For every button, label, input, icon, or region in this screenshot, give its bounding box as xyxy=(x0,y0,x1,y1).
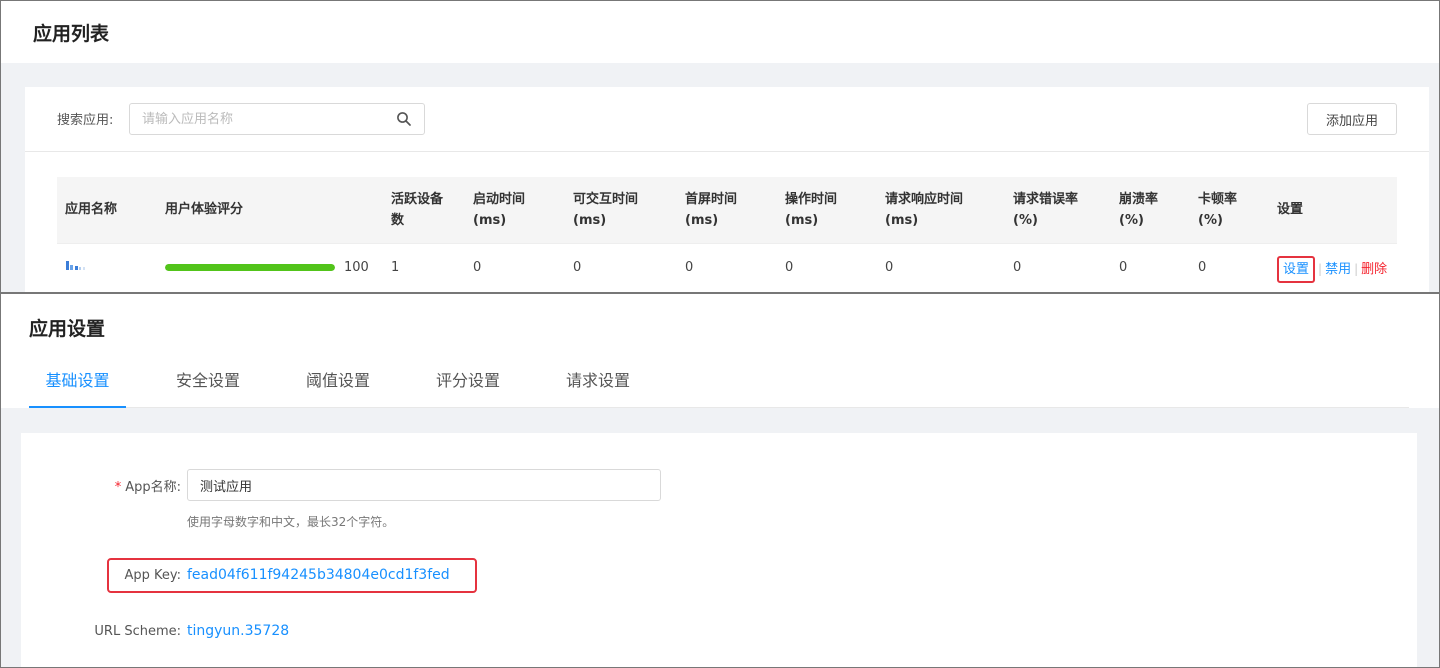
app-key-label: App Key: xyxy=(124,568,181,583)
col-interactive-time[interactable]: 可交互时间 (ms) xyxy=(565,177,677,243)
settings-title: 应用设置 xyxy=(29,318,106,340)
action-separator: | xyxy=(1354,261,1359,276)
col-error-rate[interactable]: 请求错误率 (%) xyxy=(1005,177,1111,243)
col-crash-rate[interactable]: 崩溃率 (%) xyxy=(1111,177,1190,243)
page-title: 应用列表 xyxy=(33,22,110,45)
col-startup-time[interactable]: 启动时间 (ms) xyxy=(465,177,565,243)
col-ux-score[interactable]: 用户体验评分 xyxy=(157,177,383,243)
search-label: 搜索应用: xyxy=(57,113,114,128)
first-screen-time-value: 0 xyxy=(685,259,694,275)
interactive-time-value: 0 xyxy=(573,259,582,275)
app-name-cell[interactable] xyxy=(57,243,157,291)
col-lag-rate[interactable]: 卡顿率 (%) xyxy=(1190,177,1269,243)
search-row: 搜索应用: 添加应用 xyxy=(25,87,1429,152)
response-time-value: 0 xyxy=(885,259,894,275)
settings-link[interactable]: 设置 xyxy=(1277,255,1316,283)
required-mark: * xyxy=(114,480,122,495)
table-row: 100 1 0 0 0 0 0 0 0 0 设置 | 禁用 | 删除 xyxy=(57,243,1397,291)
col-settings: 设置 xyxy=(1277,202,1304,218)
app-settings-header: 应用设置 基础设置 安全设置 阈值设置 评分设置 请求设置 xyxy=(1,294,1439,408)
app-name-field[interactable] xyxy=(187,469,661,501)
ux-score-value: 100 xyxy=(344,259,369,275)
col-operation-time[interactable]: 操作时间 (ms) xyxy=(777,177,877,243)
tab-score-settings[interactable]: 评分设置 xyxy=(420,358,516,408)
url-scheme-label: URL Scheme: xyxy=(94,624,181,639)
startup-time-value: 0 xyxy=(473,259,482,275)
url-scheme-value[interactable]: tingyun.35728 xyxy=(187,623,289,639)
action-separator: | xyxy=(1318,261,1323,276)
ux-score-cell: 100 xyxy=(157,243,383,291)
search-input[interactable] xyxy=(142,104,392,134)
tab-basic-settings[interactable]: 基础设置 xyxy=(29,358,126,408)
app-table: 应用名称 用户体验评分 活跃设备数 启动时间 (ms) 可交互时间 (ms) 首屏时… xyxy=(57,177,1397,291)
search-box[interactable] xyxy=(129,103,425,135)
active-devices-value: 1 xyxy=(391,259,400,275)
operation-time-value: 0 xyxy=(785,259,794,275)
col-response-time[interactable]: 请求响应时间 (ms) xyxy=(877,177,1005,243)
tab-security-settings[interactable]: 安全设置 xyxy=(160,358,256,408)
ux-score-bar xyxy=(165,263,335,271)
col-active-devices[interactable]: 活跃设备数 xyxy=(383,177,465,243)
app-settings-panel: 应用设置 基础设置 安全设置 阈值设置 评分设置 请求设置 *App名称: 使用… xyxy=(0,293,1440,668)
app-name-label: * App名称: xyxy=(114,480,181,495)
app-list-header: 应用列表 xyxy=(1,1,1439,63)
search-icon[interactable] xyxy=(396,111,412,127)
settings-tabs: 基础设置 安全设置 阈值设置 评分设置 请求设置 xyxy=(29,358,1409,408)
lag-rate-value: 0 xyxy=(1198,259,1207,275)
row-actions: 设置 | 禁用 | 删除 xyxy=(1269,243,1397,291)
app-key-value[interactable]: fead04f611f94245b34804e0cd1f3fed xyxy=(187,567,450,583)
disable-link[interactable]: 禁用 xyxy=(1325,262,1351,277)
ux-score-bar-fill xyxy=(165,263,335,271)
error-rate-value: 0 xyxy=(1013,259,1022,275)
add-app-button[interactable]: 添加应用 xyxy=(1307,103,1397,135)
col-first-screen-time[interactable]: 首屏时间 (ms) xyxy=(677,177,777,243)
tab-request-settings[interactable]: 请求设置 xyxy=(550,358,646,408)
table-header-row: 应用名称 用户体验评分 活跃设备数 启动时间 (ms) 可交互时间 (ms) 首屏时… xyxy=(57,177,1397,243)
basic-settings-form: *App名称: 使用字母数字和中文，最长32个字符。 App Key: fead… xyxy=(21,433,1417,667)
app-list-card: 搜索应用: 添加应用 应用名称 用户体验评分 活跃设备数 启动时间( xyxy=(25,87,1429,292)
app-list-panel: 应用列表 搜索应用: 添加应用 应用名称 用户体验评分 xyxy=(0,0,1440,293)
tab-threshold-settings[interactable]: 阈值设置 xyxy=(290,358,386,408)
col-app-name[interactable]: 应用名称 xyxy=(57,177,157,243)
app-name-input[interactable] xyxy=(200,470,640,500)
app-logo-icon[interactable] xyxy=(65,259,91,271)
app-name-hint: 使用字母数字和中文，最长32个字符。 xyxy=(187,515,395,529)
crash-rate-value: 0 xyxy=(1119,259,1128,275)
delete-link[interactable]: 删除 xyxy=(1361,262,1387,277)
